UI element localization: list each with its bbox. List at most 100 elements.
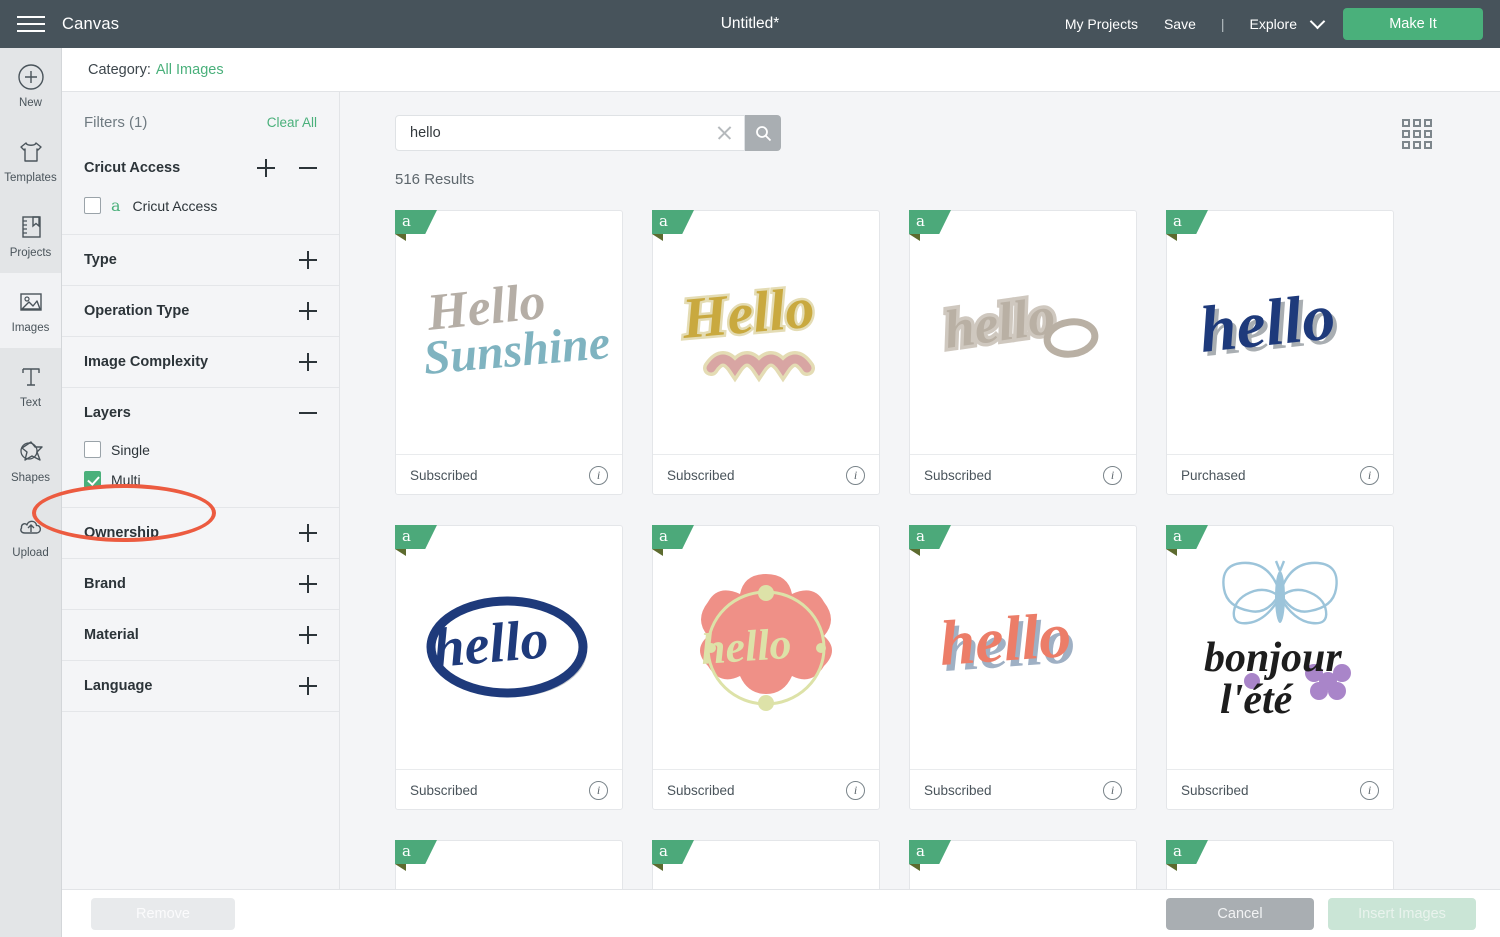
cricut-access-badge-icon: a: [909, 525, 951, 556]
save-button[interactable]: Save: [1151, 16, 1209, 32]
sidebar-item-new[interactable]: New: [0, 48, 61, 123]
sidebar-item-label: Text: [19, 397, 42, 409]
cricut-access-badge-icon: a: [395, 210, 437, 241]
filter-option-cricut-access[interactable]: a Cricut Access: [84, 193, 317, 225]
cricut-access-badge-icon: a: [652, 210, 694, 241]
filter-section-name: Type: [84, 252, 117, 268]
svg-text:hello: hello: [937, 598, 1073, 678]
image-card[interactable]: a: [1166, 840, 1394, 889]
search-button[interactable]: [745, 115, 781, 151]
image-card[interactable]: a Hello Sunshine Subscribed i: [395, 210, 623, 495]
cricut-access-badge-icon: a: [652, 525, 694, 556]
left-rail: New Templates Projects Images Text Shape…: [0, 48, 62, 937]
grid-view-icon[interactable]: [1402, 119, 1432, 149]
status-badge: Purchased: [1181, 467, 1246, 483]
collapse-minus-icon[interactable]: [299, 404, 317, 422]
info-icon[interactable]: i: [1103, 780, 1122, 800]
close-x-icon[interactable]: [714, 123, 734, 143]
clear-all-button[interactable]: Clear All: [267, 115, 317, 130]
search-input[interactable]: [410, 125, 714, 141]
info-icon[interactable]: i: [846, 780, 865, 800]
svg-text:l'été: l'été: [1220, 677, 1294, 723]
image-card[interactable]: a hello Subscribed i: [395, 525, 623, 810]
cancel-button[interactable]: Cancel: [1166, 897, 1314, 930]
filter-section-header[interactable]: Image Complexity: [84, 337, 317, 387]
expand-plus-icon[interactable]: [299, 302, 317, 320]
info-icon[interactable]: i: [1360, 465, 1379, 485]
expand-plus-icon[interactable]: [299, 524, 317, 542]
sidebar-item-upload[interactable]: Upload: [0, 498, 61, 573]
hello-script-taupe-art: hello: [937, 281, 1099, 363]
info-icon[interactable]: i: [1103, 465, 1122, 485]
info-icon[interactable]: i: [846, 465, 865, 485]
filter-section-header[interactable]: Material: [84, 610, 317, 660]
filter-option-single[interactable]: Single: [84, 438, 317, 468]
expand-plus-icon[interactable]: [299, 251, 317, 269]
info-icon[interactable]: i: [1360, 780, 1379, 800]
svg-text:hello: hello: [940, 285, 1058, 360]
make-it-button[interactable]: Make It: [1343, 8, 1483, 40]
results-area: 516 Results a Hello Sunshine Subscribed: [341, 92, 1500, 889]
sidebar-item-images[interactable]: Images: [0, 273, 61, 348]
sidebar-item-projects[interactable]: Projects: [0, 198, 61, 273]
remove-button[interactable]: Remove: [91, 897, 235, 930]
image-thumbnail: Hello: [653, 211, 879, 455]
filter-section-header[interactable]: Operation Type: [84, 286, 317, 336]
hamburger-icon[interactable]: [0, 0, 62, 48]
image-card[interactable]: a: [1166, 525, 1394, 810]
expand-plus-icon[interactable]: [299, 575, 317, 593]
expand-plus-icon[interactable]: [257, 159, 275, 177]
sidebar-item-templates[interactable]: Templates: [0, 123, 61, 198]
sidebar-item-text[interactable]: Text: [0, 348, 61, 423]
sidebar-item-label: Upload: [12, 547, 49, 559]
info-icon[interactable]: i: [589, 465, 608, 485]
image-card[interactable]: a: [395, 840, 623, 889]
filter-section-header[interactable]: Ownership: [84, 508, 317, 558]
checkbox-checked[interactable]: [84, 471, 101, 488]
info-icon[interactable]: i: [589, 780, 608, 800]
filter-section-ownership: Ownership: [62, 508, 339, 559]
image-card[interactable]: a: [909, 840, 1137, 889]
image-card[interactable]: a: [652, 840, 880, 889]
filter-section-material: Material: [62, 610, 339, 661]
filter-section-name: Operation Type: [84, 303, 190, 319]
status-badge: Subscribed: [410, 467, 478, 483]
hello-script-navy-art: hello hello: [1196, 280, 1343, 371]
checkbox[interactable]: [84, 197, 101, 214]
filters-panel: Filters (1) Clear All Cricut Access a Cr…: [62, 92, 340, 889]
explore-dropdown[interactable]: Explore: [1237, 13, 1329, 32]
cricut-access-badge-icon: a: [395, 525, 437, 556]
image-card[interactable]: a hello hello Purchased i: [1166, 210, 1394, 495]
checkbox[interactable]: [84, 441, 101, 458]
filter-option-multi[interactable]: Multi: [84, 468, 317, 498]
sidebar-item-label: Projects: [9, 247, 52, 259]
top-bar-actions: My Projects Save | Explore Make It: [1052, 8, 1500, 40]
images-panel: Category: All Images Filters (1) Clear A…: [62, 48, 1500, 937]
image-card[interactable]: a hello Subscribed i: [909, 210, 1137, 495]
insert-images-button[interactable]: Insert Images: [1328, 897, 1476, 930]
filter-section-header[interactable]: Type: [84, 235, 317, 285]
search-box[interactable]: [395, 115, 745, 151]
expand-plus-icon[interactable]: [299, 353, 317, 371]
category-value-link[interactable]: All Images: [156, 62, 224, 78]
image-card[interactable]: a hello hello Subscribed i: [909, 525, 1137, 810]
expand-plus-icon[interactable]: [299, 677, 317, 695]
filter-section-header[interactable]: Cricut Access: [84, 143, 317, 193]
cricut-access-badge-icon: a: [909, 210, 951, 241]
collapse-minus-icon[interactable]: [299, 159, 317, 177]
my-projects-link[interactable]: My Projects: [1052, 16, 1151, 32]
filter-section-header[interactable]: Language: [84, 661, 317, 711]
image-thumbnail: bonjour l'été: [1167, 526, 1393, 770]
filter-section-header[interactable]: Brand: [84, 559, 317, 609]
filter-section-header[interactable]: Layers: [84, 388, 317, 438]
svg-text:bonjour: bonjour: [1204, 635, 1342, 681]
sidebar-item-label: Images: [11, 322, 50, 334]
result-count: 516 Results: [395, 171, 475, 188]
footer-actions: Cancel Insert Images: [1166, 897, 1476, 930]
cricut-access-a-icon: a: [111, 196, 121, 215]
sidebar-item-shapes[interactable]: Shapes: [0, 423, 61, 498]
status-badge: Subscribed: [410, 782, 478, 798]
expand-plus-icon[interactable]: [299, 626, 317, 644]
image-card[interactable]: a Hello Subscribed i: [652, 210, 880, 495]
image-card[interactable]: a hello Subscribed i: [652, 525, 880, 810]
